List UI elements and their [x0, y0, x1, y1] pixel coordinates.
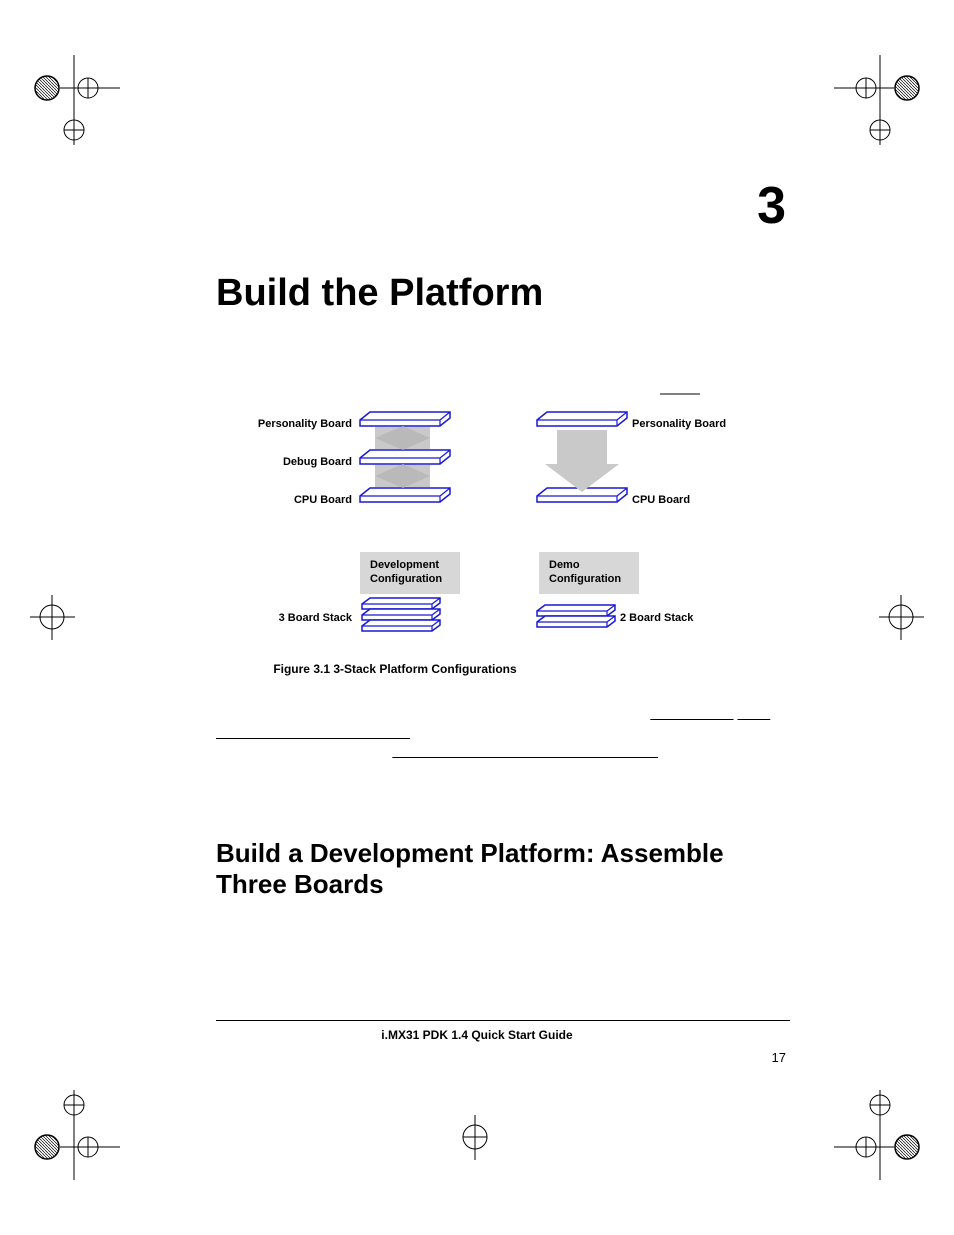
t: . To build a	[410, 725, 476, 740]
figure-caption: Figure 3.1 3-Stack Platform Configuratio…	[0, 662, 790, 676]
crop-mark-icon	[834, 55, 924, 145]
t: To build a	[216, 706, 275, 721]
t: (all three boards), follow the procedure…	[400, 706, 650, 721]
box-demo-l2: Configuration	[549, 573, 621, 585]
box-dev-config: Development Configuration	[360, 552, 460, 594]
label-3-stack: 3 Board Stack	[200, 612, 352, 624]
crop-mark-icon	[30, 1090, 120, 1180]
t: .	[658, 744, 662, 759]
nav-paragraph: To build a development platform (all thr…	[216, 705, 790, 762]
page-title: Build the Platform	[216, 272, 543, 315]
label-2-stack: 2 Board Stack	[620, 612, 693, 624]
crop-mark-icon	[30, 55, 120, 145]
label-personality: Personality Board	[200, 418, 352, 430]
crop-mark-icon	[30, 595, 75, 640]
crop-mark-icon	[879, 595, 924, 640]
section-intro: This section explains how to connect the…	[216, 914, 790, 933]
chapter-number: 3	[757, 176, 786, 236]
label-cpu-r: CPU Board	[632, 494, 690, 506]
box-dev-l1: Development	[370, 559, 439, 571]
box-demo-l1: Demo	[549, 559, 580, 571]
page-number: 17	[772, 1050, 786, 1065]
t: demonstration platform	[476, 725, 609, 740]
figure-3-1: Personality Board Debug Board CPU Board …	[200, 380, 820, 640]
t: development platform	[275, 706, 400, 721]
crop-mark-icon	[430, 1115, 520, 1160]
box-dev-l2: Configuration	[370, 573, 442, 585]
crop-mark-icon	[834, 1090, 924, 1180]
link-demo-platform-text: Build a Demo Platform: Assemble Two Boar…	[392, 744, 658, 759]
footer-rule	[216, 1020, 790, 1021]
label-personality-r: Personality Board	[632, 418, 726, 430]
section-heading: Build a Development Platform: Assemble T…	[216, 838, 790, 900]
link-demo-platform[interactable]: Build a Demo Platform: Assemble Two Boar…	[392, 744, 658, 759]
label-cpu: CPU Board	[200, 494, 352, 506]
label-debug: Debug Board	[200, 456, 352, 468]
box-demo-config: Demo Configuration	[539, 552, 639, 594]
footer-title: i.MX31 PDK 1.4 Quick Start Guide	[0, 1028, 954, 1042]
